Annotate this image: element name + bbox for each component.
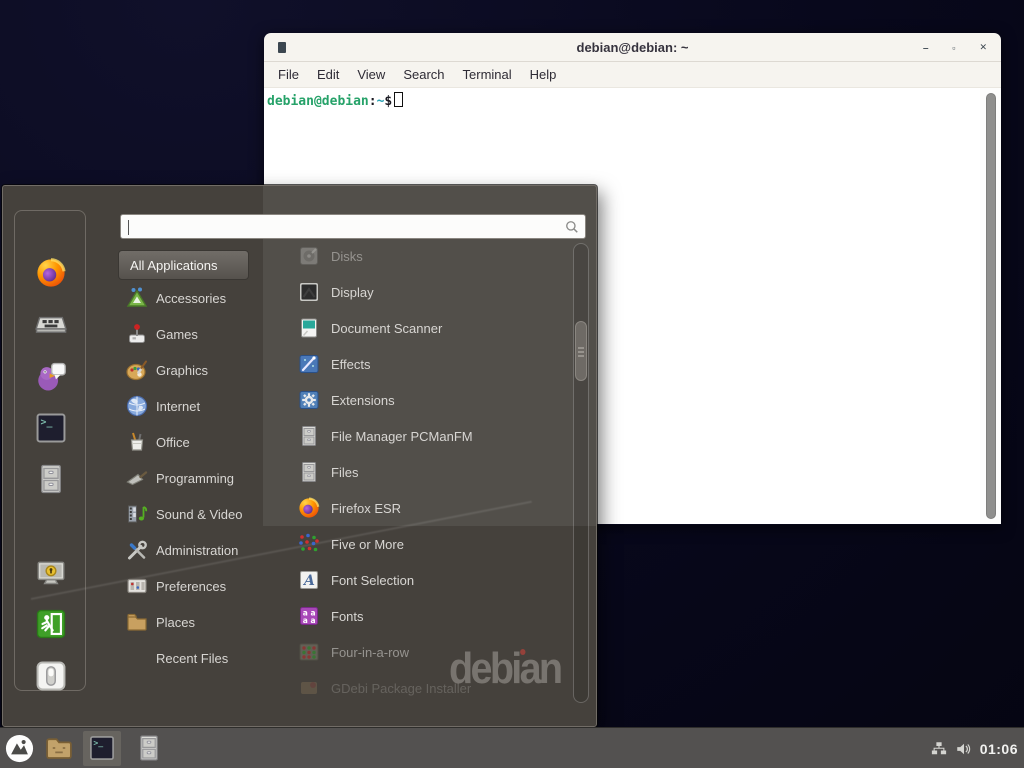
extensions-icon xyxy=(297,388,321,412)
internet-icon xyxy=(125,394,149,418)
four-in-a-row-icon xyxy=(297,640,321,664)
menu-help[interactable]: Help xyxy=(521,63,566,86)
prompt-symbol: $ xyxy=(384,94,392,109)
category-administration[interactable]: Administration xyxy=(118,532,266,568)
app-list-scrollbar-track[interactable] xyxy=(573,243,589,703)
file-manager-folder-icon[interactable] xyxy=(44,733,74,763)
category-places[interactable]: Places xyxy=(118,604,266,640)
terminal-scrollbar[interactable] xyxy=(980,88,1001,524)
app-extensions[interactable]: Extensions xyxy=(265,382,571,418)
terminal-scrollbar-thumb[interactable] xyxy=(986,93,996,519)
file-cabinet-icon[interactable] xyxy=(134,733,164,763)
app-font-selection[interactable]: Font Selection xyxy=(265,562,571,598)
app-files[interactable]: Files xyxy=(265,454,571,490)
terminal-icon[interactable] xyxy=(34,411,68,445)
terminal-titlebar[interactable]: debian@debian: ~ ‒ ▫ ✕ xyxy=(264,33,1001,62)
firefox-icon[interactable] xyxy=(34,256,68,290)
volume-icon[interactable] xyxy=(955,740,973,758)
desktop: debian@debian: ~ ‒ ▫ ✕ File Edit View Se… xyxy=(0,0,1024,768)
file-cabinet-icon xyxy=(297,460,321,484)
category-accessories[interactable]: Accessories xyxy=(118,280,266,316)
app-list-scrollbar-thumb[interactable] xyxy=(575,321,587,381)
menu-file[interactable]: File xyxy=(269,63,308,86)
app-display[interactable]: Display xyxy=(265,274,571,310)
font-selection-icon xyxy=(297,568,321,592)
fonts-icon xyxy=(297,604,321,628)
prompt-separator: : xyxy=(369,94,377,109)
scrollbar-grip xyxy=(578,347,584,349)
programming-icon xyxy=(125,466,149,490)
favorites-column xyxy=(14,210,86,691)
administration-icon xyxy=(125,538,149,562)
category-list: All Applications Accessories Games Graph… xyxy=(118,250,266,676)
app-firefox-esr[interactable]: Firefox ESR xyxy=(265,490,571,526)
file-cabinet-icon[interactable] xyxy=(34,462,68,496)
disks-icon xyxy=(297,244,321,268)
menu-terminal[interactable]: Terminal xyxy=(454,63,521,86)
search-input[interactable] xyxy=(128,217,548,236)
menu-edit[interactable]: Edit xyxy=(308,63,348,86)
app-four-in-a-row[interactable]: Four-in-a-row xyxy=(265,634,571,670)
app-disks[interactable]: Disks xyxy=(265,238,571,274)
category-graphics[interactable]: Graphics xyxy=(118,352,266,388)
scrollbar-grip xyxy=(578,355,584,357)
five-or-more-icon xyxy=(297,532,321,556)
accessories-icon xyxy=(125,286,149,310)
network-icon[interactable] xyxy=(930,740,948,758)
category-games[interactable]: Games xyxy=(118,316,266,352)
category-preferences[interactable]: Preferences xyxy=(118,568,266,604)
app-fonts[interactable]: Fonts xyxy=(265,598,571,634)
log-out-icon[interactable] xyxy=(34,607,68,641)
category-office[interactable]: Office xyxy=(118,424,266,460)
magnifier-icon xyxy=(563,218,581,236)
application-list: Disks Display Document Scanner Effects E… xyxy=(265,238,571,706)
window-title: debian@debian: ~ xyxy=(264,33,1001,62)
category-programming[interactable]: Programming xyxy=(118,460,266,496)
graphics-icon xyxy=(125,358,149,382)
taskbar: 01:06 xyxy=(0,727,1024,768)
text-caret xyxy=(128,220,129,235)
sound-video-icon xyxy=(125,502,149,526)
application-menu: debian All Applications Accessories xyxy=(2,185,597,727)
terminal-taskbar-button[interactable] xyxy=(83,731,121,766)
app-five-or-more[interactable]: Five or More xyxy=(265,526,571,562)
category-internet[interactable]: Internet xyxy=(118,388,266,424)
pidgin-icon[interactable] xyxy=(34,360,68,394)
menu-view[interactable]: View xyxy=(348,63,394,86)
file-cabinet-icon xyxy=(297,424,321,448)
terminal-cursor xyxy=(394,92,403,107)
document-scanner-icon xyxy=(297,316,321,340)
maximize-icon[interactable]: ▫ xyxy=(952,43,955,53)
search-box[interactable] xyxy=(120,214,586,239)
shut-down-icon[interactable] xyxy=(34,659,68,693)
clock[interactable]: 01:06 xyxy=(980,741,1018,757)
places-icon xyxy=(125,610,149,634)
preferences-icon xyxy=(125,574,149,598)
firefox-icon xyxy=(297,496,321,520)
menu-search[interactable]: Search xyxy=(394,63,453,86)
display-icon xyxy=(297,280,321,304)
app-effects[interactable]: Effects xyxy=(265,346,571,382)
office-icon xyxy=(125,430,149,454)
keyboard-icon[interactable] xyxy=(34,307,68,341)
terminal-icon xyxy=(88,734,116,762)
gdebi-icon xyxy=(297,676,321,700)
minimize-icon[interactable]: ‒ xyxy=(923,43,928,53)
app-gdebi-package-installer[interactable]: GDebi Package Installer xyxy=(265,670,571,706)
system-tray: 01:06 xyxy=(930,728,1018,768)
category-all-applications[interactable]: All Applications xyxy=(118,250,249,280)
close-icon[interactable]: ✕ xyxy=(979,42,987,53)
category-recent-files[interactable]: Recent Files xyxy=(118,640,266,676)
lock-screen-icon[interactable] xyxy=(34,556,68,590)
app-file-manager-pcmanfm[interactable]: File Manager PCManFM xyxy=(265,418,571,454)
category-sound-video[interactable]: Sound & Video xyxy=(118,496,266,532)
games-icon xyxy=(125,322,149,346)
app-document-scanner[interactable]: Document Scanner xyxy=(265,310,571,346)
effects-icon xyxy=(297,352,321,376)
menu-button-icon[interactable] xyxy=(4,733,35,764)
prompt-user-host: debian@debian xyxy=(267,94,369,109)
terminal-menubar: File Edit View Search Terminal Help xyxy=(264,62,1001,88)
scrollbar-grip xyxy=(578,351,584,353)
